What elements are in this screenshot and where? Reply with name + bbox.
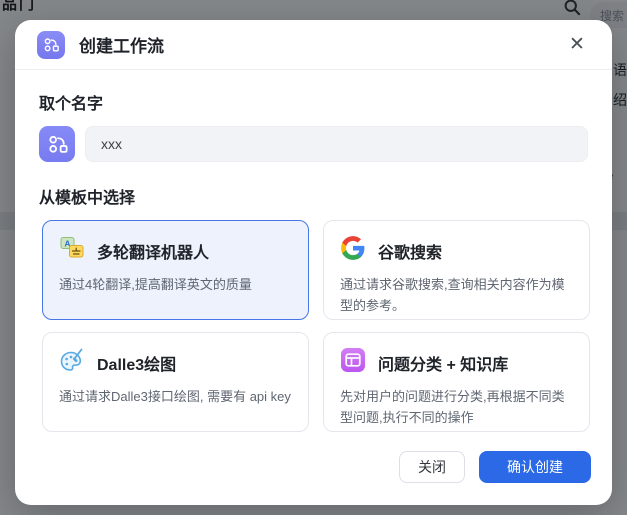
workflow-name-input[interactable] <box>85 126 588 162</box>
template-title: 多轮翻译机器人 <box>97 239 209 263</box>
template-description: 先对用户的问题进行分类,再根据不同类型问题,执行不同的操作 <box>340 387 573 429</box>
template-title: 谷歌搜索 <box>378 239 442 263</box>
template-description: 通过4轮翻译,提高翻译英文的质量 <box>59 275 292 296</box>
template-title: Dalle3绘图 <box>97 351 176 375</box>
dialog-footer: 关闭 确认创建 <box>399 451 591 483</box>
palette-icon <box>59 347 85 378</box>
dialog-header: 创建工作流 ✕ <box>15 20 612 70</box>
translate-icon: A <box>59 235 85 266</box>
template-section-label: 从模板中选择 <box>39 184 588 208</box>
template-description: 通过请求Dalle3接口绘图, 需要有 api key <box>59 387 292 408</box>
template-card-classify-kb[interactable]: 问题分类 + 知识库 先对用户的问题进行分类,再根据不同类型问题,执行不同的操作 <box>323 332 590 432</box>
name-section-label: 取个名字 <box>39 90 588 114</box>
template-description: 通过请求谷歌搜索,查询相关内容作为模型的参考。 <box>340 275 573 317</box>
google-icon <box>340 235 366 266</box>
workflow-icon <box>37 31 65 59</box>
close-button[interactable]: 关闭 <box>399 451 465 483</box>
classify-icon <box>340 347 366 378</box>
workflow-avatar-icon[interactable] <box>39 126 75 162</box>
create-workflow-dialog: 创建工作流 ✕ 取个名字 从模板中选择 <box>15 20 612 505</box>
template-card-google-search[interactable]: 谷歌搜索 通过请求谷歌搜索,查询相关内容作为模型的参考。 <box>323 220 590 320</box>
confirm-create-button[interactable]: 确认创建 <box>479 451 591 483</box>
template-card-translate[interactable]: A 多轮翻译机器人 通过4轮翻译,提高翻译英文的质量 <box>42 220 309 320</box>
close-icon[interactable]: ✕ <box>564 32 590 58</box>
template-title: 问题分类 + 知识库 <box>378 351 508 375</box>
template-card-dalle3[interactable]: Dalle3绘图 通过请求Dalle3接口绘图, 需要有 api key <box>42 332 309 432</box>
dialog-title: 创建工作流 <box>79 32 164 57</box>
template-grid: A 多轮翻译机器人 通过4轮翻译,提高翻译英文的质量 <box>42 220 588 432</box>
